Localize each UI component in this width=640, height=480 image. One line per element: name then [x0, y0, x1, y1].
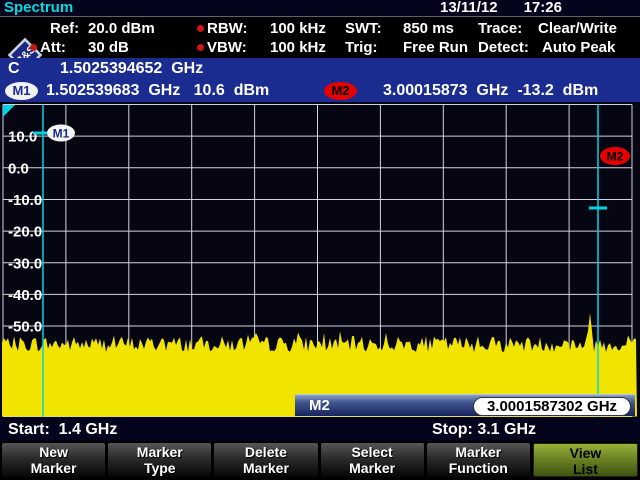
trigger-value: Free Run: [403, 39, 468, 57]
page-title: Spectrum: [4, 0, 73, 16]
att-coupled-bullet: [30, 44, 37, 51]
trace-mode-label: Trace:: [478, 20, 522, 38]
attenuation-value: 30 dB: [88, 39, 129, 57]
svg-text:0.0: 0.0: [8, 160, 29, 177]
rbw-coupled-bullet: [197, 25, 204, 32]
center-freq-value: 1.5025394652 GHz: [60, 58, 203, 80]
softkey-view-list[interactable]: ViewList: [533, 443, 638, 477]
spectrum-analyzer-screen: Spectrum 13/11/12 17:26 R&S Ref: 20.0 dBm…: [0, 0, 640, 480]
date-time: 13/11/12 17:26: [440, 0, 562, 16]
vbw-label: VBW:: [207, 39, 247, 57]
svg-text:-50.0: -50.0: [8, 319, 42, 336]
title-bar: Spectrum 13/11/12 17:26: [0, 0, 640, 17]
vbw-value: 100 kHz: [270, 39, 326, 57]
trace-corner-indicator: [3, 105, 15, 117]
svg-text:-30.0: -30.0: [8, 255, 42, 272]
softkey-select-marker[interactable]: SelectMarker: [321, 443, 424, 477]
svg-text:10.0: 10.0: [8, 129, 37, 146]
vbw-coupled-bullet: [197, 44, 204, 51]
ref-level-label: Ref:: [50, 20, 79, 38]
marker-m1-flag[interactable]: M1: [47, 125, 75, 142]
softkey-marker-type[interactable]: MarkerType: [108, 443, 211, 477]
sweep-time-value: 850 ms: [403, 20, 454, 38]
m2-readout: 3.00015873 GHz -13.2 dBm: [383, 80, 598, 102]
date-label: 13/11/12: [440, 0, 498, 16]
svg-text:-40.0: -40.0: [8, 287, 42, 304]
attenuation-label: Att:: [40, 39, 66, 57]
detector-label: Detect:: [478, 39, 529, 57]
softkey-delete-marker[interactable]: DeleteMarker: [214, 443, 317, 477]
svg-text:-20.0: -20.0: [8, 224, 42, 241]
spectrum-plot: 10.0 0.0 -10.0 -20.0 -30.0 -40.0 -50.0 M1 M2: [0, 102, 640, 418]
m1-readout: 1.502539683 GHz 10.6 dBm: [46, 80, 269, 102]
center-freq-row: C 1.5025394652 GHz: [0, 58, 640, 80]
trace-mode-value: Clear/Write: [538, 20, 617, 38]
marker-values-row: M1 1.502539683 GHz 10.6 dBm M2 3.0001587…: [0, 80, 640, 102]
marker-m2-flag[interactable]: M2: [600, 147, 630, 165]
softkey-new-marker[interactable]: NewMarker: [2, 443, 105, 477]
m2-entry-label: M2: [309, 396, 330, 416]
y-axis-labels: 10.0 0.0 -10.0 -20.0 -30.0 -40.0 -50.0: [8, 129, 42, 336]
trigger-label: Trig:: [345, 39, 378, 57]
svg-text:M1: M1: [53, 127, 70, 141]
time-label: 17:26: [524, 0, 562, 16]
frequency-axis-bar: Start: 1.4 GHz Stop: 3.1 GHz: [0, 418, 640, 441]
spectrum-plot-area: 10.0 0.0 -10.0 -20.0 -30.0 -40.0 -50.0 M1 M2: [0, 102, 640, 418]
m2-frequency-input[interactable]: 3.0001587302 GHz: [473, 397, 631, 416]
m2-entry-box: M2 3.0001587302 GHz: [295, 394, 635, 416]
ref-level-value: 20.0 dBm: [88, 20, 155, 38]
svg-text:-10.0: -10.0: [8, 192, 42, 209]
sweep-time-label: SWT:: [345, 20, 382, 38]
rbw-value: 100 kHz: [270, 20, 326, 38]
start-frequency-label: Start: 1.4 GHz: [8, 420, 117, 440]
settings-header: R&S Ref: 20.0 dBm Att: 30 dB RBW: 100 kH…: [0, 17, 640, 58]
marker-m2-level-dash: [589, 207, 607, 210]
detector-value: Auto Peak: [542, 39, 615, 57]
m1-badge: M1: [5, 82, 38, 100]
svg-text:M2: M2: [607, 150, 624, 164]
marker-m1-level-dash: [33, 132, 49, 135]
m2-badge: M2: [324, 82, 357, 100]
rbw-label: RBW:: [207, 20, 248, 38]
stop-frequency-label: Stop: 3.1 GHz: [432, 420, 536, 440]
marker-readout-bar: C 1.5025394652 GHz M1 1.502539683 GHz 10…: [0, 58, 640, 102]
softkey-marker-function[interactable]: MarkerFunction: [427, 443, 530, 477]
center-freq-label: C: [8, 58, 20, 80]
softkey-bar: NewMarker MarkerType DeleteMarker Select…: [0, 441, 640, 480]
